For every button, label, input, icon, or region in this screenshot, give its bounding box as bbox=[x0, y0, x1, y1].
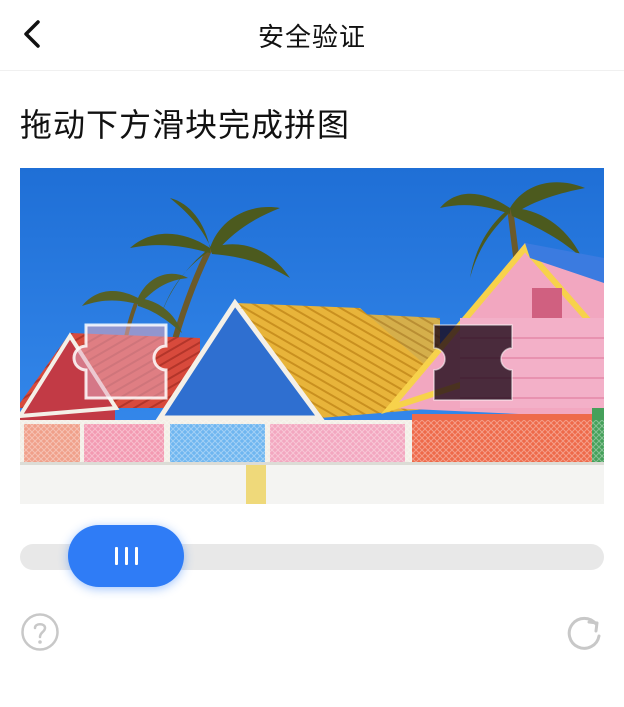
instruction-text: 拖动下方滑块完成拼图 bbox=[20, 106, 351, 144]
page-title: 安全验证 bbox=[257, 23, 366, 53]
puzzle-piece bbox=[72, 323, 168, 400]
header-divider bbox=[0, 70, 624, 71]
puzzle-image bbox=[20, 168, 604, 504]
drag-grip-icon bbox=[114, 547, 138, 565]
puzzle-gap bbox=[433, 324, 513, 401]
puzzle-scene bbox=[20, 168, 604, 504]
refresh-icon[interactable] bbox=[562, 610, 606, 654]
slider-handle[interactable] bbox=[68, 525, 184, 587]
header: 安全验证 bbox=[0, 0, 624, 70]
question-circle-icon[interactable] bbox=[20, 612, 60, 652]
